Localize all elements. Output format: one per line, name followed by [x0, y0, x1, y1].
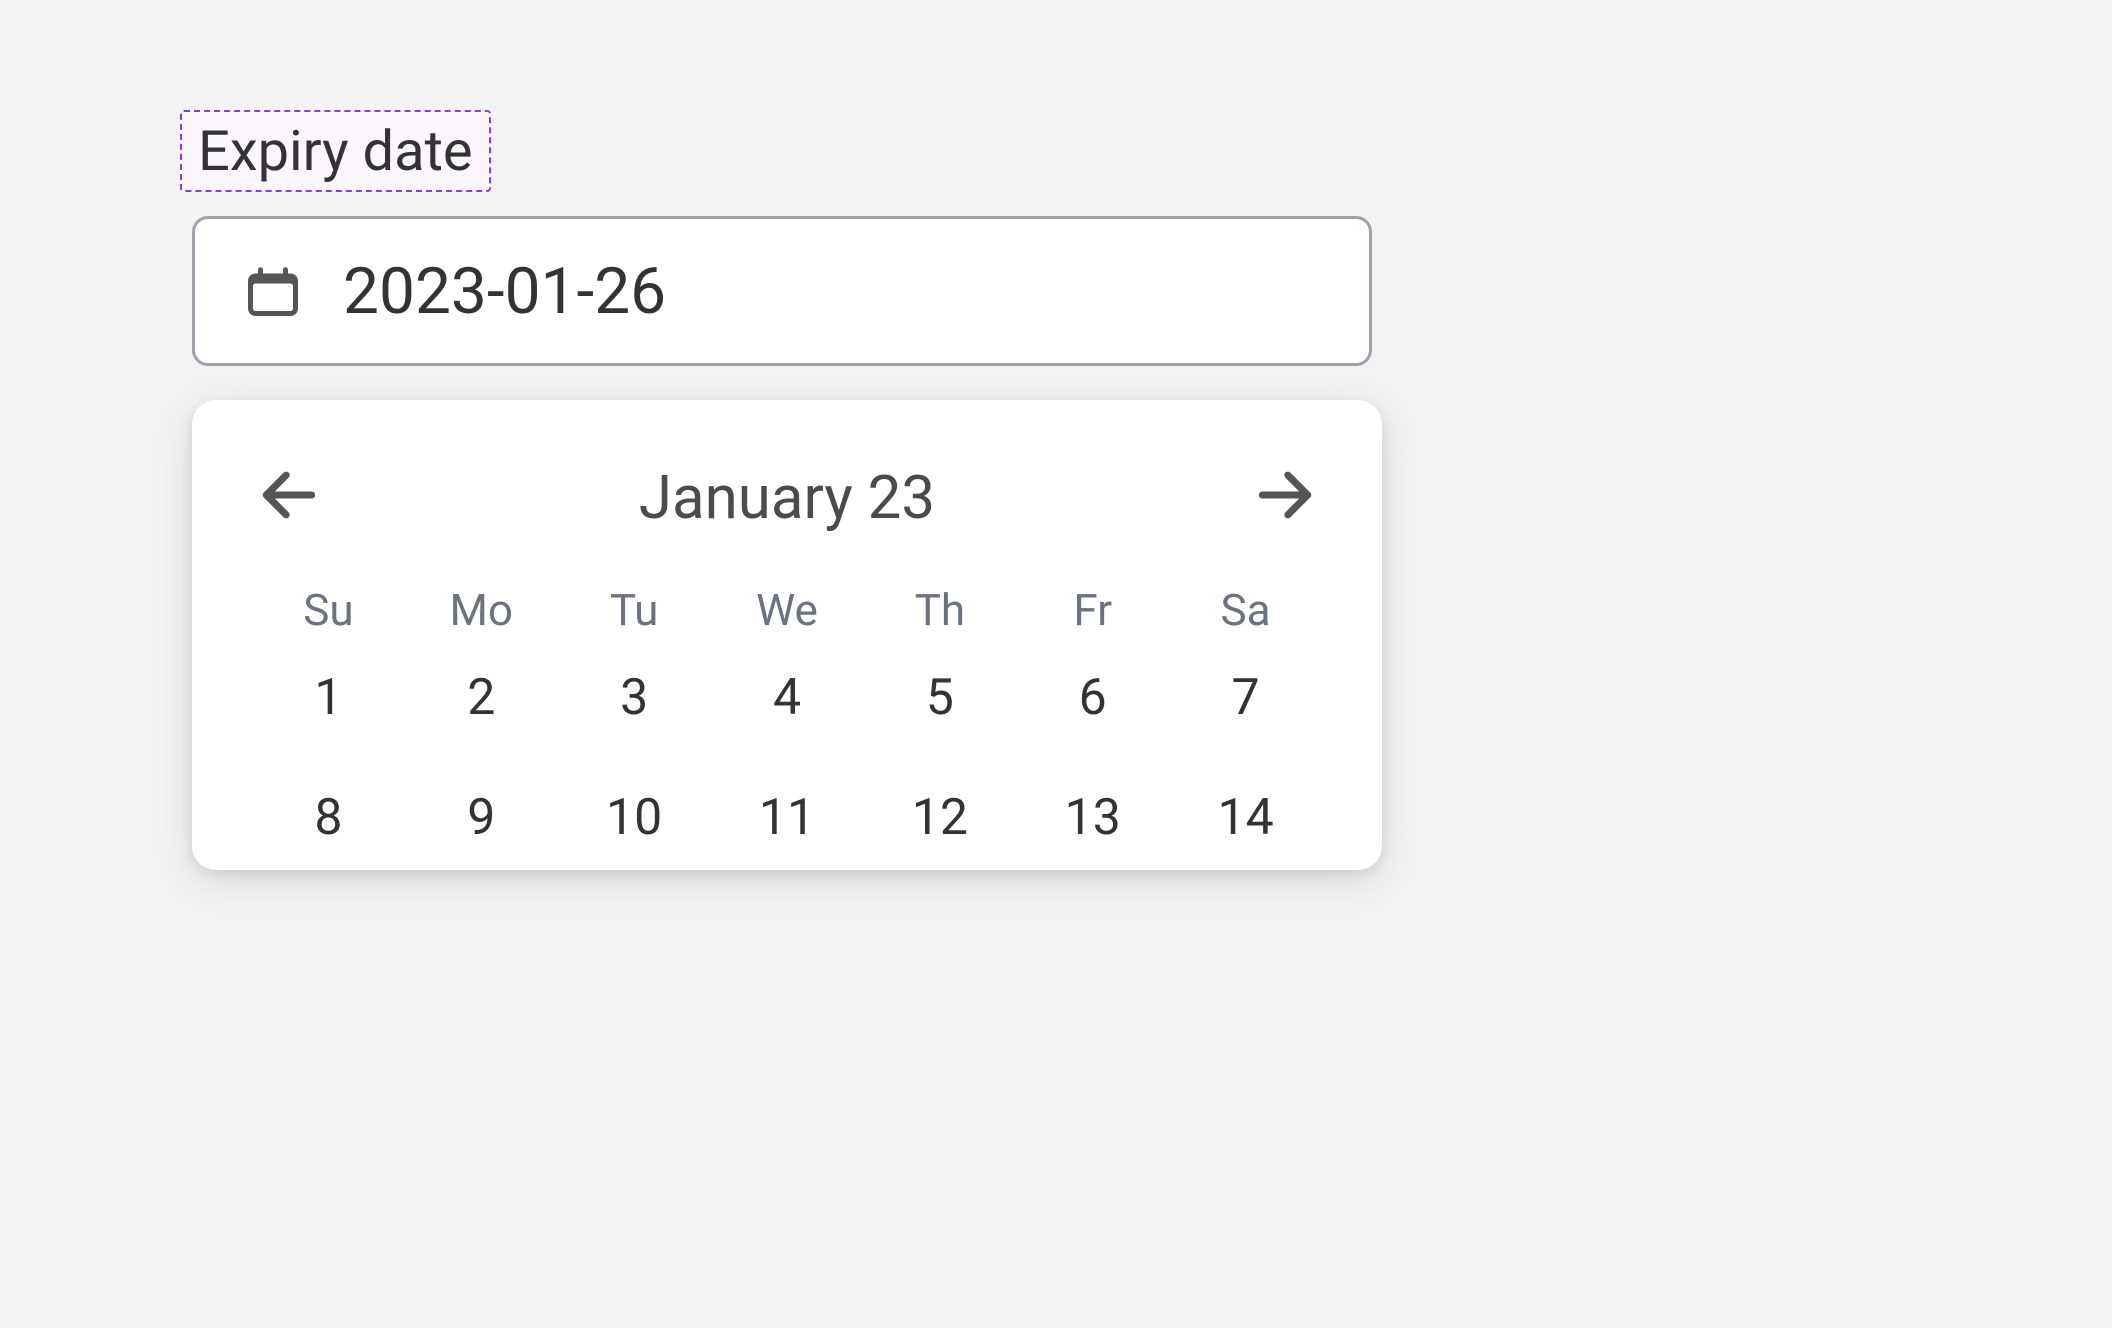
day-cell[interactable]: 1 [252, 666, 405, 730]
prev-month-button[interactable] [252, 460, 326, 534]
day-cell[interactable]: 4 [711, 666, 864, 730]
next-month-button[interactable] [1248, 460, 1322, 534]
date-input[interactable]: 2023-01-26 [192, 216, 1372, 366]
day-cell[interactable]: 11 [711, 786, 864, 850]
weekday-label: Sa [1169, 584, 1322, 636]
field-label: Expiry date [180, 110, 491, 192]
calendar-popup: January 23 Su Mo Tu We Th Fr Sa 1 2 3 [192, 400, 1382, 870]
day-cell[interactable]: 14 [1169, 786, 1322, 850]
day-cell[interactable]: 13 [1016, 786, 1169, 850]
weekday-label: Th [863, 584, 1016, 636]
day-cell[interactable]: 12 [863, 786, 1016, 850]
weekday-label: Tu [558, 584, 711, 636]
days-grid: 1 2 3 4 5 6 7 8 9 10 11 12 13 14 [252, 666, 1322, 850]
day-cell[interactable]: 8 [252, 786, 405, 850]
day-cell[interactable]: 9 [405, 786, 558, 850]
day-cell[interactable]: 6 [1016, 666, 1169, 730]
calendar-header: January 23 [252, 460, 1322, 534]
weekday-label: Su [252, 584, 405, 636]
weekday-label: Mo [405, 584, 558, 636]
weekday-label: We [711, 584, 864, 636]
day-cell[interactable]: 7 [1169, 666, 1322, 730]
day-cell[interactable]: 2 [405, 666, 558, 730]
arrow-right-icon [1251, 461, 1319, 533]
weekday-row: Su Mo Tu We Th Fr Sa [252, 584, 1322, 636]
date-value: 2023-01-26 [343, 254, 666, 329]
day-cell[interactable]: 5 [863, 666, 1016, 730]
arrow-left-icon [255, 461, 323, 533]
day-cell[interactable]: 10 [558, 786, 711, 850]
weekday-label: Fr [1016, 584, 1169, 636]
month-year-label: January 23 [639, 462, 935, 533]
day-cell[interactable]: 3 [558, 666, 711, 730]
calendar-icon [243, 261, 303, 321]
